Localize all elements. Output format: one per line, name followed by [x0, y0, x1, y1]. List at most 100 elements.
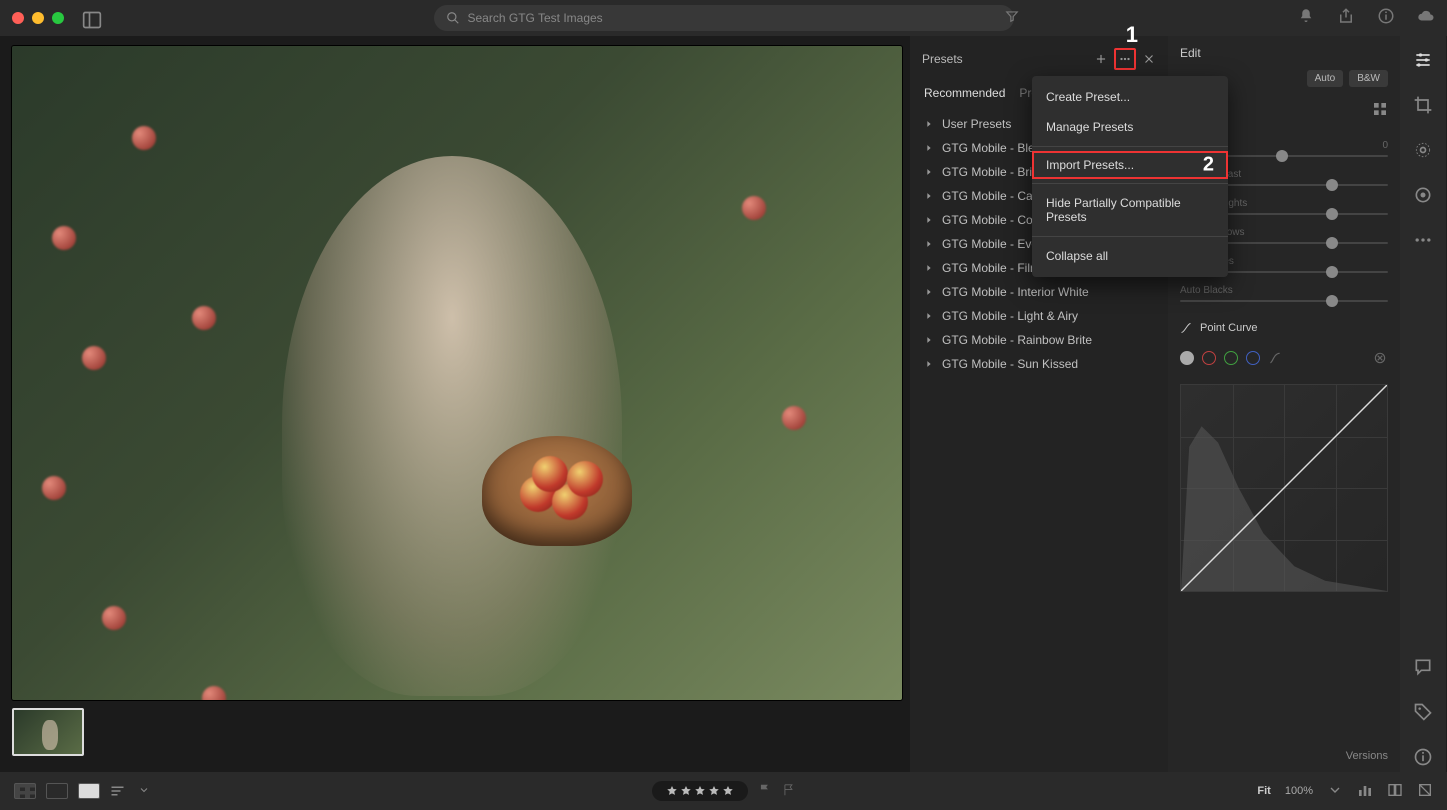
curve-channel-green[interactable]: [1224, 351, 1238, 365]
close-presets-icon[interactable]: [1142, 52, 1156, 66]
comments-icon[interactable]: [1413, 657, 1433, 682]
profile-browser-icon[interactable]: [1372, 101, 1388, 122]
notification-bell-icon[interactable]: [1297, 7, 1315, 30]
edit-header: Edit: [1180, 46, 1388, 60]
crop-icon[interactable]: [1413, 95, 1433, 120]
rating-stars[interactable]: [652, 781, 748, 801]
curve-channel-luma[interactable]: [1180, 351, 1194, 365]
curve-channel-blue[interactable]: [1246, 351, 1260, 365]
add-preset-icon[interactable]: [1094, 52, 1108, 66]
chevron-right-icon: [924, 119, 934, 129]
compare-view-button[interactable]: [46, 783, 68, 799]
masking-icon[interactable]: [1413, 185, 1433, 210]
flag-pick-icon[interactable]: [758, 783, 772, 800]
edit-title: Edit: [1180, 46, 1201, 60]
preset-group[interactable]: GTG Mobile - Interior White: [918, 280, 1160, 304]
annotation-2: 2: [1203, 154, 1214, 177]
detail-view-button[interactable]: [78, 783, 100, 799]
close-window-button[interactable]: [12, 12, 24, 24]
tag-icon[interactable]: [1413, 702, 1433, 727]
chevron-right-icon: [924, 239, 934, 249]
chevron-right-icon: [924, 335, 934, 345]
chevron-right-icon: [924, 263, 934, 273]
healing-brush-icon[interactable]: [1413, 140, 1433, 165]
curve-channel-red[interactable]: [1202, 351, 1216, 365]
preset-label: GTG Mobile - Light & Airy: [942, 309, 1078, 323]
bw-button[interactable]: B&W: [1349, 70, 1388, 87]
slider-label: Auto Blacks: [1180, 285, 1233, 296]
zoom-value[interactable]: 100%: [1285, 785, 1313, 797]
before-after-icon[interactable]: [1387, 782, 1403, 801]
point-curve-label: Point Curve: [1200, 322, 1257, 334]
tone-curve[interactable]: [1180, 384, 1388, 592]
zoom-fit-label[interactable]: Fit: [1257, 785, 1270, 797]
star-icon: [708, 785, 720, 797]
info-icon[interactable]: [1377, 7, 1395, 30]
menu-import-presets[interactable]: Import Presets... 2: [1032, 151, 1228, 179]
menu-hide-incompatible[interactable]: Hide Partially Compatible Presets: [1032, 188, 1228, 232]
menu-import-label: Import Presets...: [1046, 158, 1134, 172]
sidebar-toggle-icon[interactable]: [82, 10, 102, 26]
curve-icon: [1180, 322, 1192, 334]
minimize-window-button[interactable]: [32, 12, 44, 24]
menu-manage-presets[interactable]: Manage Presets: [1032, 112, 1228, 142]
search-icon: [446, 11, 460, 25]
menu-create-preset[interactable]: Create Preset...: [1032, 82, 1228, 112]
tab-recommended[interactable]: Recommended: [924, 86, 1005, 100]
menu-collapse-all[interactable]: Collapse all: [1032, 241, 1228, 271]
chevron-right-icon: [924, 287, 934, 297]
star-icon: [666, 785, 678, 797]
main-area: 1 Presets Recommended Premi User Presets…: [0, 36, 1447, 772]
chevron-right-icon: [924, 215, 934, 225]
chevron-right-icon: [924, 359, 934, 369]
annotation-1: 1: [1126, 22, 1138, 48]
search-placeholder: Search GTG Test Images: [468, 11, 603, 25]
preset-group[interactable]: GTG Mobile - Light & Airy: [918, 304, 1160, 328]
sort-icon[interactable]: [110, 785, 128, 797]
share-icon[interactable]: [1337, 7, 1355, 30]
versions-button[interactable]: Versions: [1180, 740, 1388, 762]
info-panel-icon[interactable]: [1413, 747, 1433, 772]
statusbar-right: Fit 100%: [1257, 782, 1433, 801]
flag-reject-icon[interactable]: [782, 783, 796, 800]
curve-reset-icon[interactable]: [1372, 350, 1388, 366]
chevron-right-icon: [924, 143, 934, 153]
point-curve-header[interactable]: Point Curve: [1180, 322, 1388, 334]
presets-header: Presets: [910, 46, 1168, 74]
right-tool-rail: [1400, 36, 1446, 772]
titlebar: Search GTG Test Images: [0, 0, 1447, 36]
edit-sliders-icon[interactable]: [1413, 50, 1433, 75]
more-presets-icon[interactable]: [1114, 48, 1136, 70]
auto-button[interactable]: Auto: [1307, 70, 1344, 87]
star-icon: [694, 785, 706, 797]
curve-channels: [1180, 350, 1388, 366]
chevron-down-icon[interactable]: [138, 784, 150, 799]
presets-dropdown-menu: Create Preset... Manage Presets Import P…: [1032, 76, 1228, 277]
preset-group[interactable]: GTG Mobile - Sun Kissed: [918, 352, 1160, 376]
filmstrip-thumbnail[interactable]: [12, 708, 84, 756]
statusbar-center: [652, 781, 796, 801]
search-input[interactable]: Search GTG Test Images: [434, 5, 1014, 31]
original-toggle-icon[interactable]: [1417, 782, 1433, 801]
fullscreen-window-button[interactable]: [52, 12, 64, 24]
presets-title: Presets: [922, 52, 963, 66]
more-tools-icon[interactable]: [1413, 230, 1433, 255]
cloud-sync-icon[interactable]: [1417, 7, 1435, 30]
slider-value: 0: [1382, 140, 1388, 151]
star-icon: [722, 785, 734, 797]
chevron-down-icon[interactable]: [1327, 782, 1343, 801]
preset-group[interactable]: GTG Mobile - Rainbow Brite: [918, 328, 1160, 352]
photo-canvas[interactable]: [12, 46, 902, 700]
preset-label: GTG Mobile - Rainbow Brite: [942, 333, 1092, 347]
filmstrip: [12, 708, 898, 760]
preset-label: GTG Mobile - Interior White: [942, 285, 1089, 299]
preset-label: GTG Mobile - Sun Kissed: [942, 357, 1078, 371]
star-icon: [680, 785, 692, 797]
slider-blacks[interactable]: Auto Blacks: [1180, 285, 1388, 302]
window-controls: [12, 12, 64, 24]
curve-parametric-icon[interactable]: [1268, 351, 1282, 365]
statusbar: Fit 100%: [0, 772, 1447, 810]
filter-icon[interactable]: [1005, 9, 1019, 28]
grid-view-button[interactable]: [14, 783, 36, 799]
histogram-toggle-icon[interactable]: [1357, 782, 1373, 801]
